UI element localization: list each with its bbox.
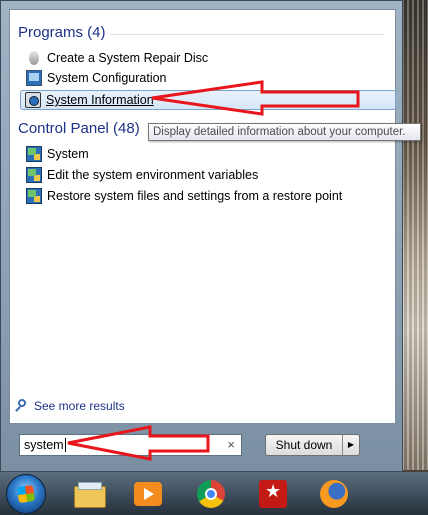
see-more-label: See more results <box>34 399 125 413</box>
result-label: Edit the system environment variables <box>47 168 259 182</box>
clear-search-icon[interactable]: × <box>227 435 235 455</box>
control-panel-icon <box>26 167 42 183</box>
acrobat-icon[interactable] <box>255 476 291 512</box>
firefox-icon[interactable] <box>316 476 352 512</box>
control-panel-heading: Control Panel (48) <box>18 120 140 137</box>
annotation-arrow-icon <box>67 425 210 461</box>
result-label: System <box>47 147 89 161</box>
repair-disc-icon <box>29 51 39 65</box>
system-config-icon <box>26 70 42 86</box>
result-label: System Information <box>46 93 154 107</box>
control-panel-icon <box>26 146 42 162</box>
shutdown-options-arrow-icon[interactable]: ▶ <box>343 435 359 455</box>
result-restore-system-files[interactable]: Restore system files and settings from a… <box>22 186 394 206</box>
search-value: system <box>24 438 64 452</box>
shutdown-label: Shut down <box>266 435 343 455</box>
shutdown-button[interactable]: Shut down ▶ <box>265 434 360 456</box>
programs-heading: Programs (4) <box>18 24 106 41</box>
result-label: System Configuration <box>47 71 167 85</box>
result-label: Create a System Repair Disc <box>47 51 209 65</box>
result-create-system-repair-disc[interactable]: Create a System Repair Disc <box>22 48 394 68</box>
start-menu: Programs (4) Create a System Repair Disc… <box>0 0 403 472</box>
chrome-icon[interactable] <box>193 476 229 512</box>
result-label: Restore system files and settings from a… <box>47 189 343 203</box>
search-results-pane: Programs (4) Create a System Repair Disc… <box>9 9 396 424</box>
divider <box>110 34 385 35</box>
start-button[interactable] <box>6 474 46 514</box>
result-system[interactable]: System <box>22 144 394 164</box>
windows-explorer-icon[interactable] <box>72 476 108 512</box>
see-more-results-link[interactable]: See more results <box>15 399 125 413</box>
result-edit-environment-variables[interactable]: Edit the system environment variables <box>22 165 394 185</box>
annotation-arrow-icon <box>151 80 360 116</box>
system-info-icon <box>25 92 41 108</box>
desktop-background <box>402 0 428 470</box>
media-player-icon[interactable] <box>130 476 166 512</box>
control-panel-icon <box>26 188 42 204</box>
tooltip: Display detailed information about your … <box>148 123 421 141</box>
search-icon <box>15 399 29 413</box>
